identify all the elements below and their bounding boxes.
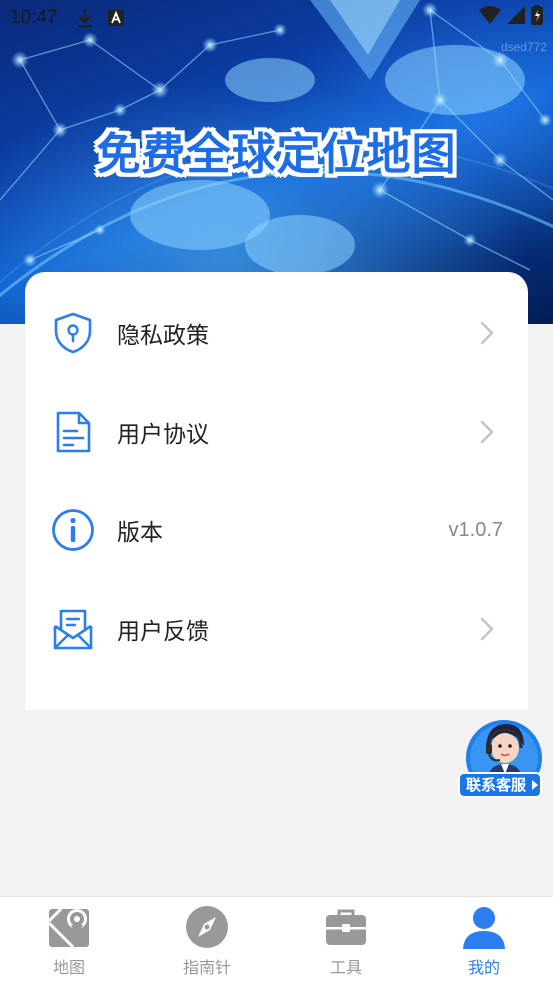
mail-feedback-icon [51,607,95,651]
document-icon [51,410,95,454]
nav-tab-mine[interactable]: 我的 [415,897,553,984]
settings-menu-card: 隐私政策 用户协议 版本 v1.0.7 用户反馈 [25,272,528,710]
status-bar: 10:47 [0,0,553,36]
chevron-right-icon [480,420,494,444]
banner-title: 免费全球定位地图 [96,129,457,180]
menu-item-label: 版本 [117,520,163,546]
menu-item-label: 隐私政策 [117,323,209,349]
shield-lock-icon [51,311,95,355]
menu-item-feedback[interactable]: 用户反馈 [25,580,528,678]
compass-icon [186,906,228,948]
bottom-nav: 地图 指南针 工具 我的 [0,896,553,984]
menu-item-user-agreement[interactable]: 用户协议 [25,383,528,481]
signal-icon [507,6,525,30]
chevron-right-icon [480,321,494,345]
nav-tab-compass[interactable]: 指南针 [138,897,276,984]
nav-tab-label: 指南针 [182,958,231,977]
a-badge-icon [107,10,124,26]
nav-tab-map[interactable]: 地图 [0,897,138,984]
chevron-right-icon [480,617,494,641]
customer-service-button[interactable]: 联系客服 [458,718,544,806]
nav-tab-label: 我的 [467,958,500,977]
user-icon [463,907,505,949]
version-value: v1.0.7 [448,518,503,541]
customer-service-label: 联系客服 [458,772,542,798]
info-icon [51,508,95,552]
menu-item-label: 用户反馈 [117,619,209,645]
wifi-icon [479,6,501,30]
toolbox-icon [326,909,366,945]
menu-item-privacy-policy[interactable]: 隐私政策 [25,284,528,382]
download-icon [76,8,94,28]
nav-tab-label: 工具 [329,958,362,977]
menu-item-version[interactable]: 版本 v1.0.7 [25,481,528,579]
nav-tab-label: 地图 [52,958,85,977]
map-icon [47,907,89,949]
nav-tab-tools[interactable]: 工具 [277,897,415,984]
customer-service-avatar-icon [466,720,542,778]
watermark: dsed772 [500,40,547,54]
menu-item-label: 用户协议 [117,422,209,448]
battery-icon [531,5,543,31]
play-arrow-icon [532,780,538,790]
status-time: 10:47 [10,7,58,28]
